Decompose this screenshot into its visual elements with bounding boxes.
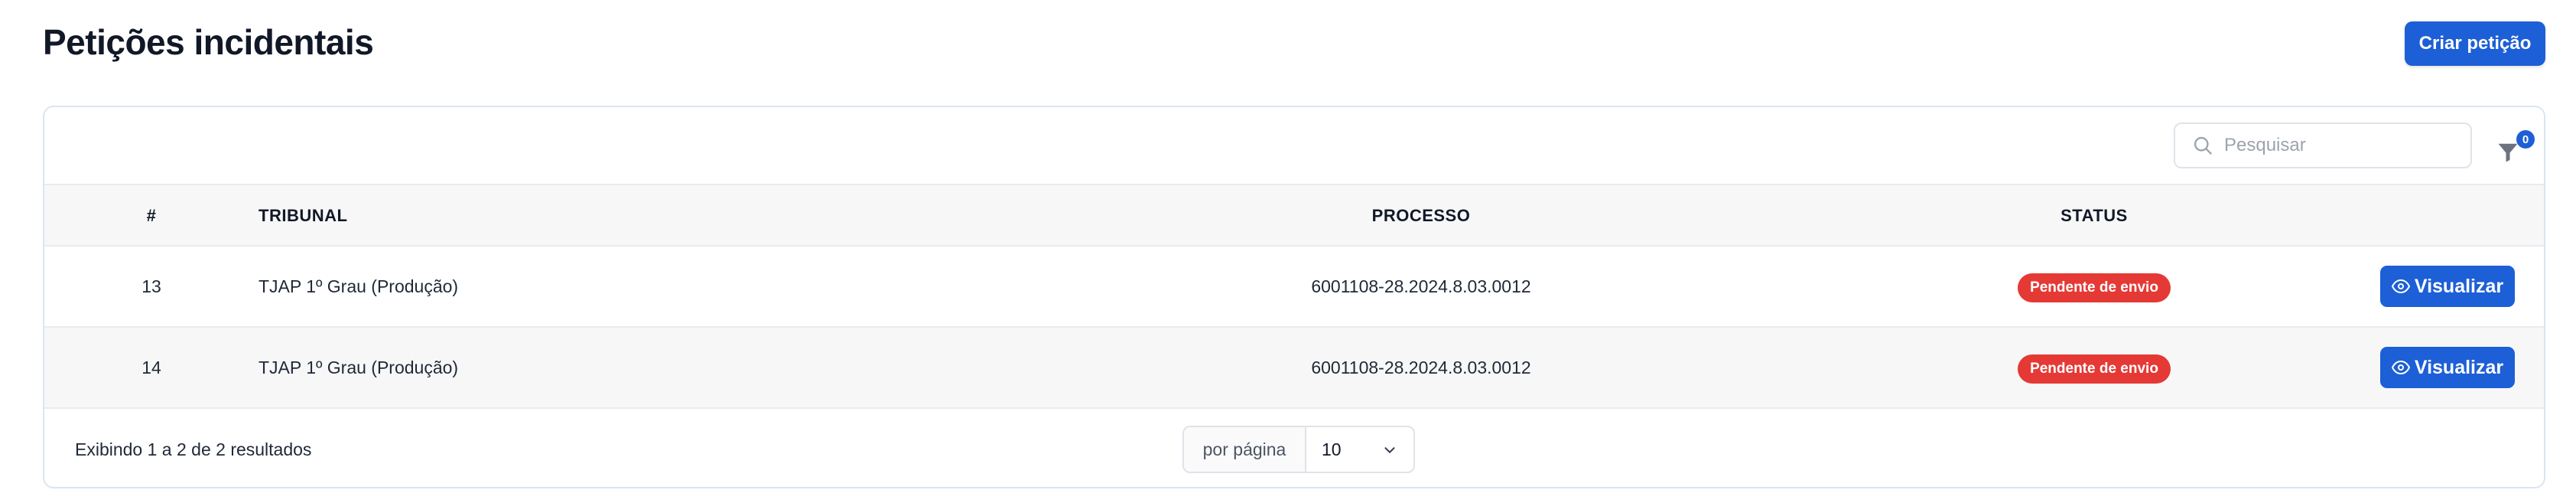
row-status: Pendente de envio xyxy=(1880,328,2308,407)
view-button[interactable]: Visualizar xyxy=(2380,347,2515,388)
results-summary: Exibindo 1 a 2 de 2 resultados xyxy=(75,439,312,459)
row-tribunal: TJAP 1º Grau (Produção) xyxy=(259,276,459,296)
per-page-value: 10 xyxy=(1322,439,1342,459)
view-button-label: Visualizar xyxy=(2414,356,2504,378)
row-processo: 6001108-28.2024.8.03.0012 xyxy=(1311,276,1531,296)
column-header-status: STATUS xyxy=(2060,206,2128,225)
view-button-label: Visualizar xyxy=(2414,275,2504,297)
eye-icon xyxy=(2391,279,2410,294)
column-header-tribunal: TRIBUNAL xyxy=(259,206,348,225)
search-box[interactable] xyxy=(2174,122,2472,168)
table-footer: Exibindo 1 a 2 de 2 resultados por págin… xyxy=(44,409,2544,487)
page-title: Petições incidentais xyxy=(43,22,374,62)
table-row: 13 TJAP 1º Grau (Produção) 6001108-28.20… xyxy=(44,247,2544,328)
filter-count-badge: 0 xyxy=(2516,130,2535,149)
per-page-control: por página 10 xyxy=(1182,426,1415,473)
table-header: # TRIBUNAL PROCESSO STATUS xyxy=(44,184,2544,247)
search-input[interactable] xyxy=(2224,135,2454,156)
row-status: Pendente de envio xyxy=(1880,247,2308,326)
filter-button[interactable]: 0 xyxy=(2489,130,2535,173)
chevron-down-icon xyxy=(1384,447,1395,453)
table-row: 14 TJAP 1º Grau (Produção) 6001108-28.20… xyxy=(44,328,2544,409)
column-header-processo: PROCESSO xyxy=(1371,206,1471,225)
row-processo: 6001108-28.2024.8.03.0012 xyxy=(1311,358,1531,377)
eye-icon xyxy=(2391,360,2410,375)
petitions-card: 0 # TRIBUNAL PROCESSO STATUS 13 TJAP 1º … xyxy=(43,106,2545,488)
row-number: 13 xyxy=(141,276,161,296)
per-page-label: por página xyxy=(1184,427,1306,472)
view-button[interactable]: Visualizar xyxy=(2380,266,2515,307)
create-petition-button[interactable]: Criar petição xyxy=(2405,21,2545,66)
search-icon xyxy=(2194,136,2212,155)
table-toolbar: 0 xyxy=(44,107,2544,184)
status-badge: Pendente de envio xyxy=(2018,273,2171,302)
page: Petições incidentais Criar petição 0 # T… xyxy=(0,0,2576,503)
row-number: 14 xyxy=(141,358,161,377)
status-badge: Pendente de envio xyxy=(2018,354,2171,384)
column-header-number: # xyxy=(146,206,157,225)
row-tribunal: TJAP 1º Grau (Produção) xyxy=(259,358,459,377)
per-page-select[interactable]: 10 xyxy=(1306,427,1413,472)
filter-icon xyxy=(2498,143,2518,162)
